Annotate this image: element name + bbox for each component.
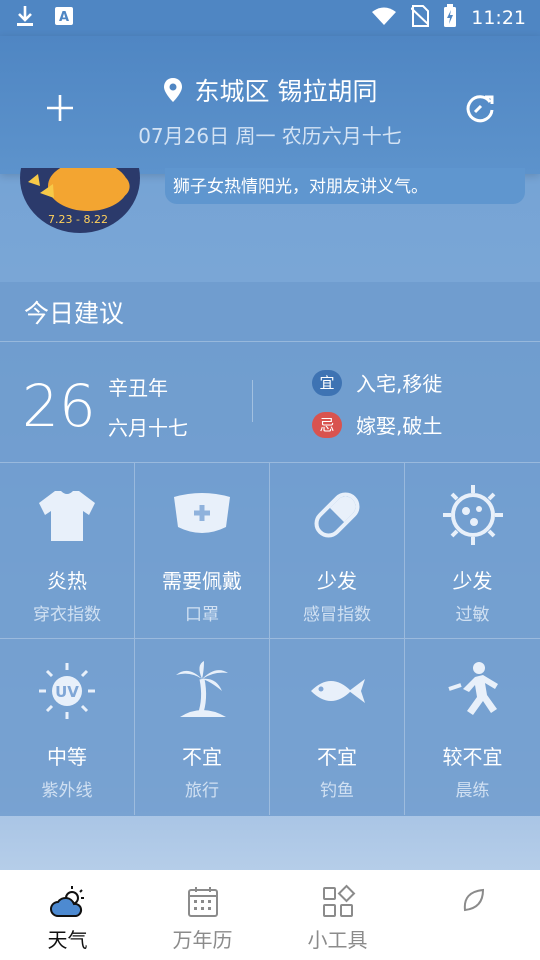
app-notification-icon: A (54, 6, 74, 30)
today-advice-panel: 今日建议 26 辛丑年 六月十七 宜 入宅,移徙 忌 嫁娶,破土 炎热 穿衣指数… (0, 282, 540, 816)
bottom-nav: 天气 万年历 小工具 (0, 870, 540, 960)
shirt-icon (39, 491, 95, 541)
location-name: 东城区 锡拉胡同 (194, 77, 378, 106)
index-label: 过敏 (455, 605, 490, 625)
uv-icon: UV (39, 663, 95, 719)
zodiac-date-range: 7.23 - 8.22 (48, 213, 108, 226)
index-grid: 炎热 穿衣指数 需要佩戴 口罩 少发 感冒指数 少发 过敏 UV 中等 紫外线 … (0, 463, 540, 815)
location-pin-icon (163, 78, 182, 102)
index-item-clothing[interactable]: 炎热 穿衣指数 (0, 463, 135, 639)
location-selector[interactable]: 东城区 锡拉胡同 (0, 72, 540, 108)
index-item-mask[interactable]: 需要佩戴 口罩 (135, 463, 270, 639)
no-sim-icon (410, 4, 430, 32)
suitable-tag: 宜 (312, 369, 342, 396)
pollen-icon (442, 485, 503, 545)
index-label: 旅行 (185, 781, 219, 801)
index-value: 需要佩戴 (162, 569, 242, 593)
lunar-date: 六月十七 (108, 416, 188, 440)
index-item-uv[interactable]: UV 中等 紫外线 (0, 639, 135, 815)
horoscope-text[interactable]: 狮子女热情阳光，对朋友讲义气。 (165, 168, 525, 204)
index-label: 紫外线 (41, 781, 93, 801)
svg-text:A: A (59, 10, 69, 25)
nav-label: 万年历 (172, 928, 233, 952)
suitable-row: 宜 入宅,移徙 (312, 368, 442, 397)
nav-weather[interactable]: 天气 (0, 870, 135, 960)
nav-label: 小工具 (307, 928, 368, 952)
date-line: 07月26日 周一 农历六月十七 (138, 124, 402, 148)
index-label: 穿衣指数 (33, 605, 101, 625)
index-label: 钓鱼 (320, 781, 354, 801)
status-time: 11:21 (471, 7, 526, 29)
avoid-text: 嫁娶,破土 (356, 414, 443, 438)
avoid-tag: 忌 (312, 411, 342, 438)
index-value: 较不宜 (442, 745, 503, 769)
leaf-icon (463, 888, 484, 912)
lunar-year: 辛丑年 (108, 376, 168, 400)
header: 东城区 锡拉胡同 07月26日 周一 农历六月十七 (0, 36, 540, 174)
runner-icon (447, 662, 498, 715)
refresh-button[interactable] (460, 88, 500, 128)
status-bar: A 11:21 (0, 0, 540, 36)
index-label: 感冒指数 (303, 605, 371, 625)
refresh-icon (466, 95, 494, 123)
panel-title: 今日建议 (0, 282, 540, 342)
zodiac-lion-image[interactable]: 7.23 - 8.22 (18, 123, 148, 238)
index-item-exercise[interactable]: 较不宜 晨练 (405, 639, 540, 815)
divider (252, 380, 253, 422)
almanac-row[interactable]: 26 辛丑年 六月十七 宜 入宅,移徙 忌 嫁娶,破土 (0, 342, 540, 463)
battery-charging-icon (443, 3, 457, 33)
nav-tools[interactable]: 小工具 (270, 870, 405, 960)
index-item-allergy[interactable]: 少发 过敏 (405, 463, 540, 639)
index-value: 少发 (317, 569, 357, 593)
calendar-icon (187, 887, 218, 917)
suitable-text: 入宅,移徙 (356, 372, 443, 396)
index-value: 不宜 (182, 745, 222, 769)
nav-calendar[interactable]: 万年历 (135, 870, 270, 960)
day-number: 26 (22, 372, 96, 440)
svg-text:UV: UV (55, 683, 79, 701)
index-label: 晨练 (455, 781, 490, 801)
palm-tree-icon (176, 661, 228, 717)
index-value: 少发 (452, 569, 493, 593)
download-icon (14, 4, 36, 32)
index-item-fishing[interactable]: 不宜 钓鱼 (270, 639, 405, 815)
index-value: 不宜 (317, 745, 357, 769)
mask-icon (174, 493, 230, 533)
pill-icon (314, 492, 360, 538)
index-value: 炎热 (47, 569, 87, 593)
index-item-cold[interactable]: 少发 感冒指数 (270, 463, 405, 639)
wifi-icon (371, 6, 397, 31)
avoid-row: 忌 嫁娶,破土 (312, 410, 442, 439)
apps-grid-icon (322, 884, 355, 917)
index-value: 中等 (47, 745, 87, 769)
weather-icon (49, 886, 84, 917)
nav-more[interactable] (405, 870, 540, 960)
fish-icon (311, 679, 365, 703)
index-item-travel[interactable]: 不宜 旅行 (135, 639, 270, 815)
nav-label: 天气 (47, 928, 88, 952)
index-label: 口罩 (185, 605, 219, 625)
